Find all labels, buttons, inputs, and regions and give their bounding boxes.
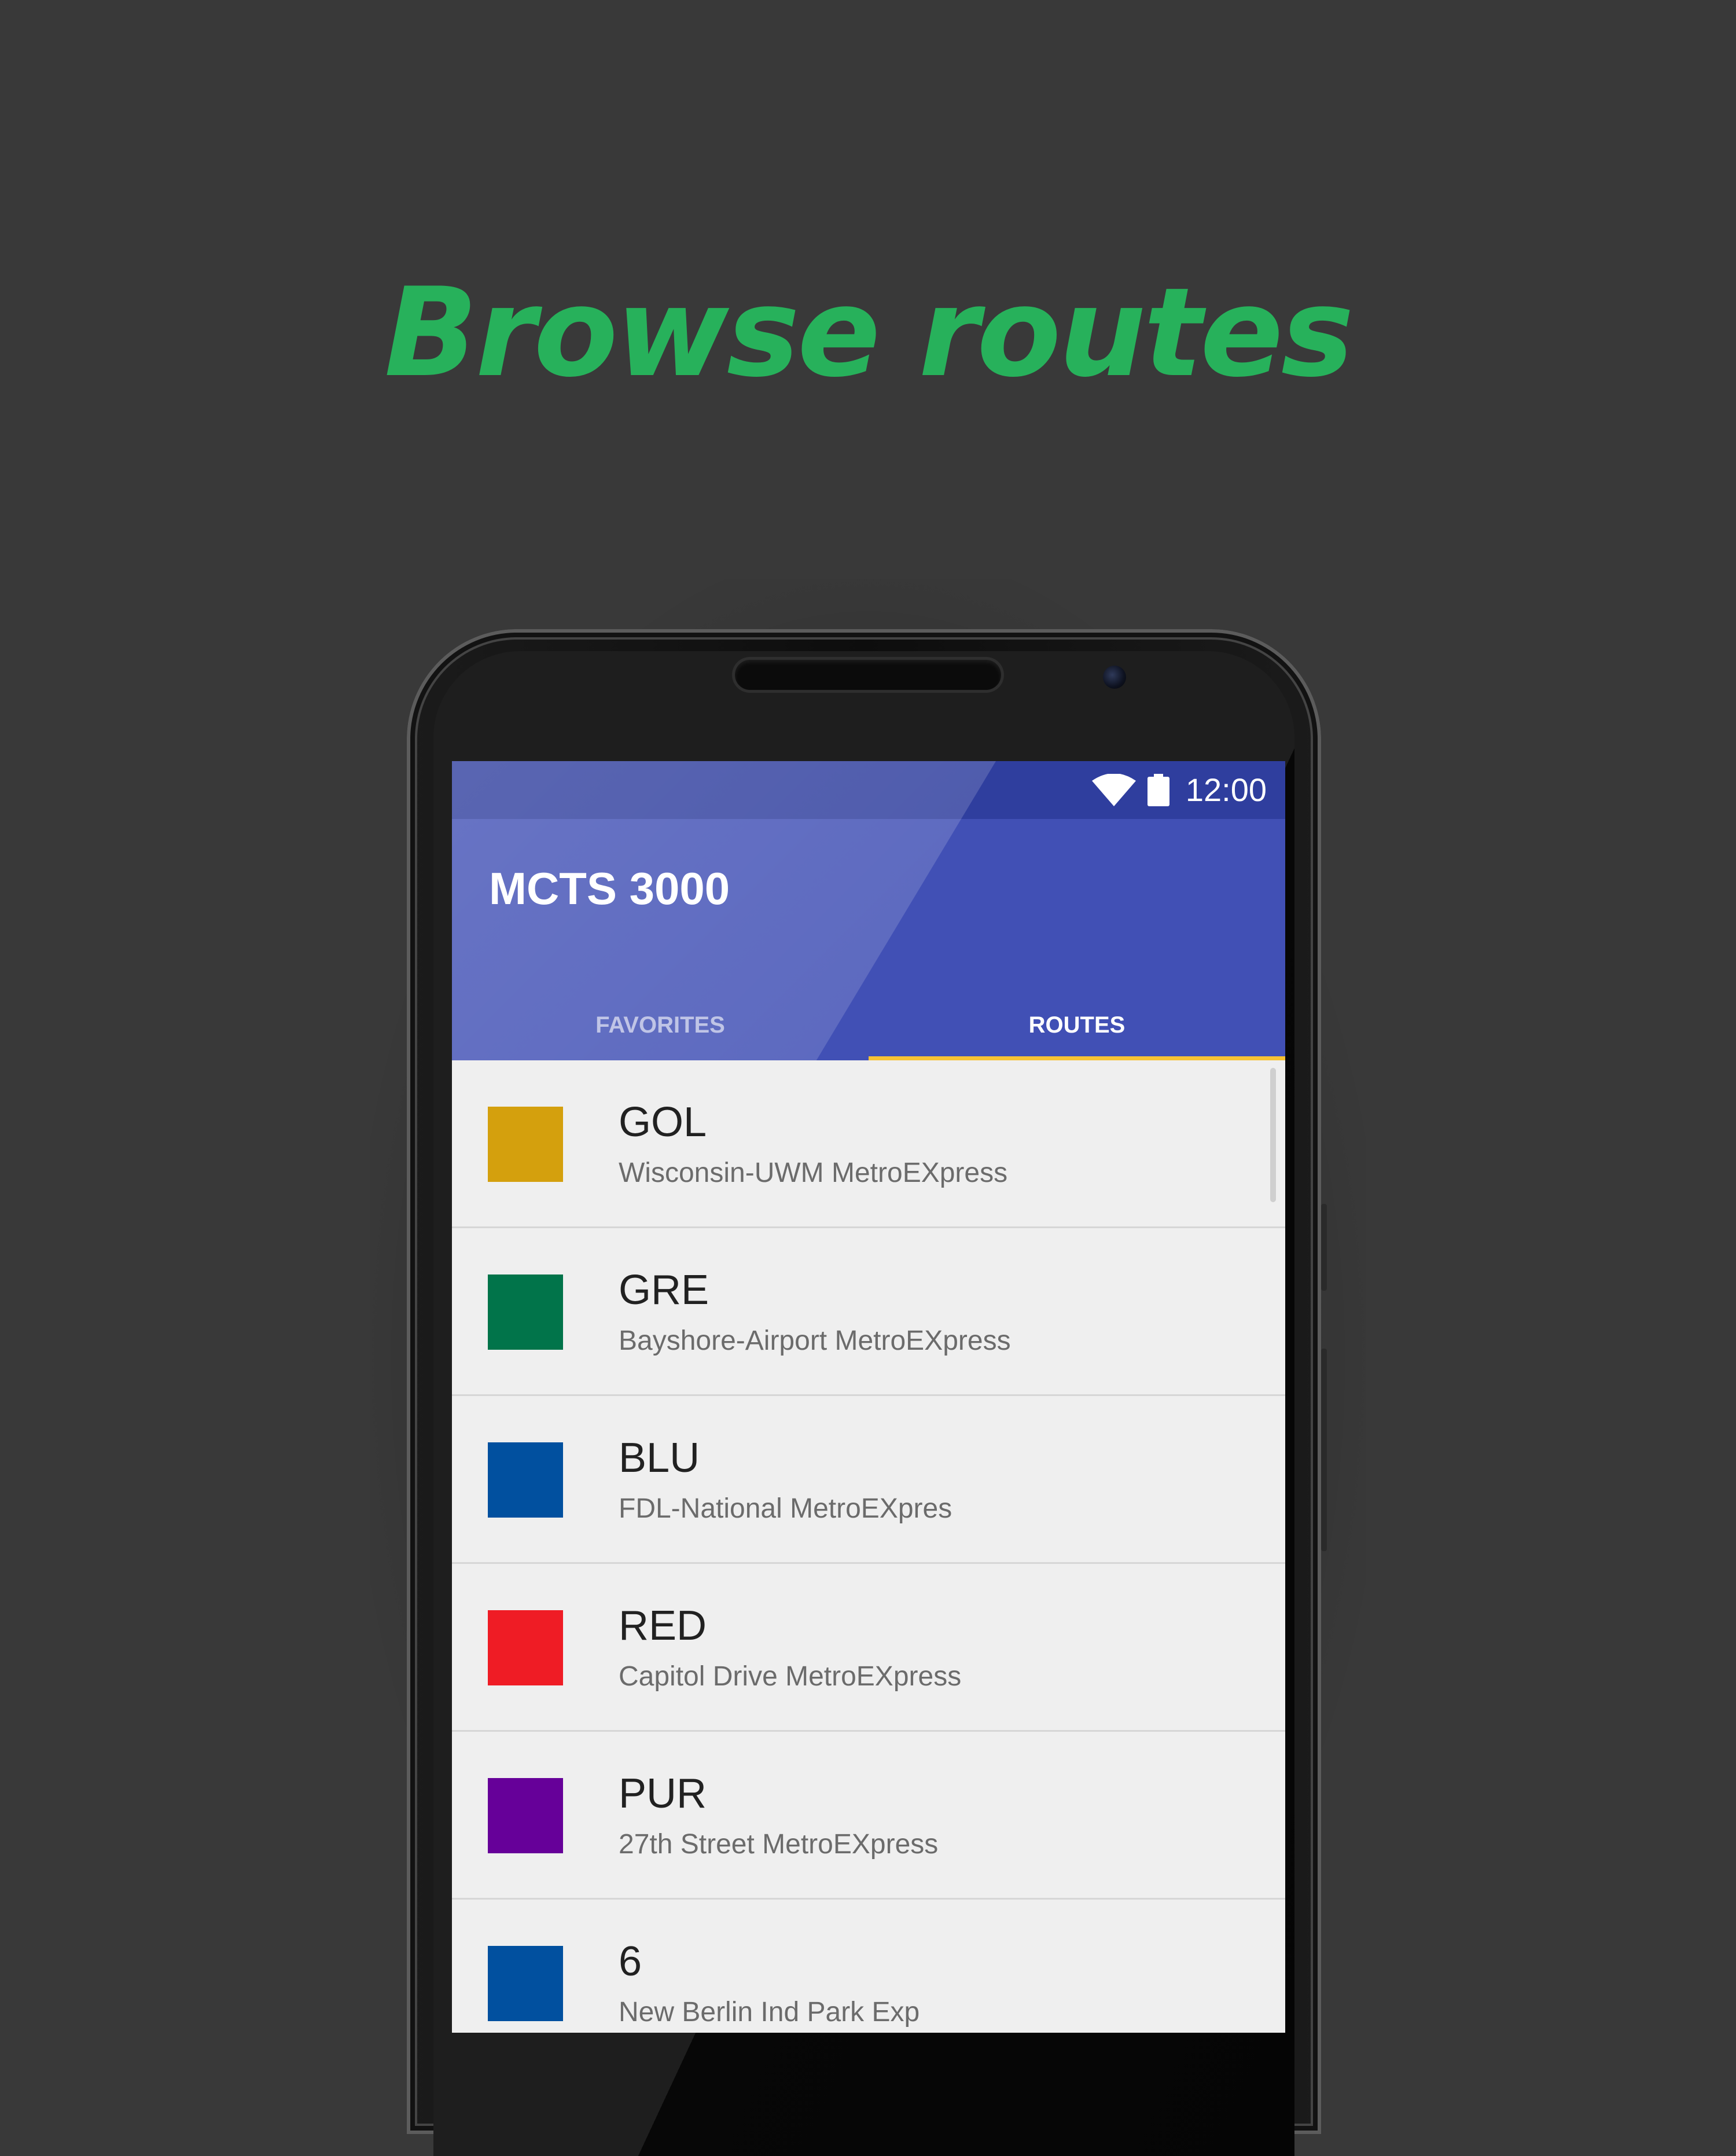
- promo-headline: Browse routes: [384, 261, 1354, 404]
- route-code: RED: [619, 1603, 707, 1649]
- route-color-swatch: [488, 1778, 563, 1853]
- route-code: PUR: [619, 1771, 707, 1817]
- route-color-swatch: [488, 1107, 563, 1182]
- wifi-icon: [1091, 774, 1136, 806]
- route-description: FDL-National MetroEXpres: [619, 1493, 952, 1524]
- tab-routes-label: ROUTES: [1028, 1012, 1126, 1038]
- route-color-swatch: [488, 1442, 563, 1518]
- volume-button: [1321, 1204, 1327, 1291]
- route-color-swatch: [488, 1946, 563, 2021]
- route-code: BLU: [619, 1435, 700, 1481]
- tab-selected-indicator: [869, 1056, 1285, 1060]
- route-description: Wisconsin-UWM MetroEXpress: [619, 1158, 1008, 1188]
- app-title: MCTS 3000: [489, 863, 730, 914]
- power-button: [1321, 1349, 1327, 1551]
- tab-bar: FAVORITES ROUTES: [452, 990, 1285, 1060]
- route-code: 6: [619, 1938, 642, 1985]
- route-description: Bayshore-Airport MetroEXpress: [619, 1325, 1011, 1356]
- route-list-item[interactable]: BLU FDL-National MetroEXpres: [452, 1396, 1285, 1564]
- route-list-item[interactable]: 6 New Berlin Ind Park Exp: [452, 1900, 1285, 2033]
- route-code: GOL: [619, 1099, 707, 1145]
- route-color-swatch: [488, 1274, 563, 1350]
- battery-icon: [1147, 774, 1169, 806]
- tab-favorites[interactable]: FAVORITES: [452, 990, 869, 1060]
- route-color-swatch: [488, 1610, 563, 1685]
- route-description: 27th Street MetroEXpress: [619, 1829, 939, 1860]
- route-list-item[interactable]: PUR 27th Street MetroEXpress: [452, 1732, 1285, 1900]
- tab-favorites-label: FAVORITES: [595, 1012, 725, 1038]
- route-list-item[interactable]: GRE Bayshore-Airport MetroEXpress: [452, 1228, 1285, 1396]
- status-icons: 12:00: [1091, 761, 1267, 819]
- status-time: 12:00: [1185, 772, 1267, 808]
- route-list: GOL Wisconsin-UWM MetroEXpress GRE Baysh…: [452, 1060, 1285, 2033]
- route-code: GRE: [619, 1267, 709, 1313]
- list-scrollbar[interactable]: [1270, 1068, 1276, 1202]
- route-description: Capitol Drive MetroEXpress: [619, 1661, 962, 1692]
- app-bar: 12:00 MCTS 3000 FAVORITES ROUTES: [452, 761, 1285, 1060]
- phone-screen: 12:00 MCTS 3000 FAVORITES ROUTES GOL Wis…: [452, 761, 1285, 2033]
- route-list-item[interactable]: RED Capitol Drive MetroEXpress: [452, 1564, 1285, 1732]
- phone-speaker-grille: [735, 660, 1001, 690]
- route-list-item[interactable]: GOL Wisconsin-UWM MetroEXpress: [452, 1060, 1285, 1228]
- route-description: New Berlin Ind Park Exp: [619, 1997, 920, 2028]
- front-camera: [1103, 666, 1126, 689]
- tab-routes[interactable]: ROUTES: [869, 990, 1285, 1060]
